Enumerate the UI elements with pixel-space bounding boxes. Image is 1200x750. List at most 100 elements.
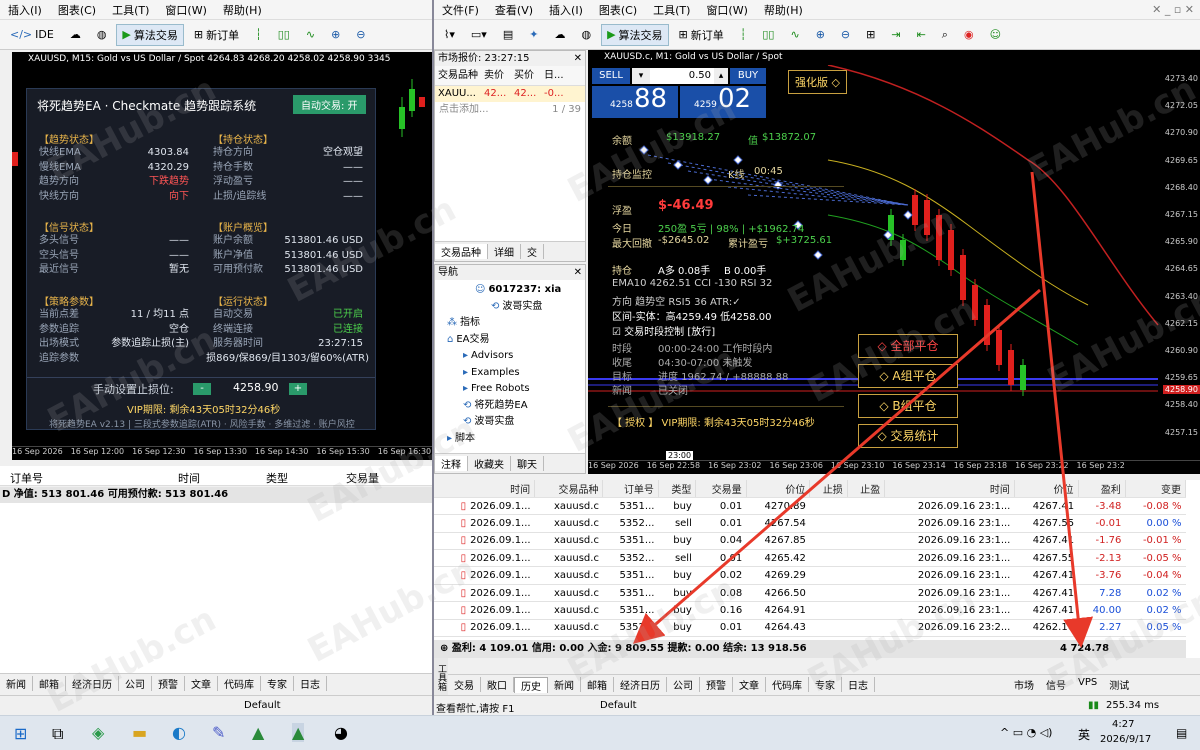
navigator-item[interactable]: ⟲ 波哥实盘: [435, 299, 585, 316]
menu-item[interactable]: 窗口(W): [157, 2, 214, 18]
navigator-item[interactable]: ⟲ 波哥实盘: [435, 414, 585, 431]
market-watch-tab[interactable]: 交易品种: [435, 244, 488, 259]
navigator-item[interactable]: ☺ 6017237: xia: [435, 282, 585, 299]
app-icon-2[interactable]: ✎: [212, 723, 225, 742]
auto-trading-toggle[interactable]: 自动交易: 开: [293, 95, 366, 114]
orders-col-header[interactable]: 交易品种: [534, 480, 604, 498]
overlay-action-button[interactable]: ◇ A组平仓: [858, 364, 958, 388]
order-row[interactable]: ▯ 2026.09.1... xauusd.c 5351... buy 0.16 4264.…: [434, 601, 1186, 620]
lot-up-icon[interactable]: ▴: [714, 68, 728, 84]
order-row[interactable]: ▯ 2026.09.1... xauusd.c 5351... buy 0.01 4270.…: [434, 497, 1186, 516]
menu-item[interactable]: 插入(I): [541, 2, 591, 18]
zoom-out-icon[interactable]: ⊖: [835, 25, 856, 44]
order-row[interactable]: ▯ 2026.09.1... xauusd.c 5352... sell 0.01 4265…: [434, 549, 1186, 568]
buy-button[interactable]: BUY: [730, 68, 766, 84]
app-icon[interactable]: ◈: [92, 723, 104, 742]
mt5-icon-active[interactable]: ▲: [292, 723, 305, 742]
menu-item[interactable]: 工具(T): [645, 2, 698, 18]
toolbox-tool[interactable]: 信号: [1046, 677, 1066, 692]
clock-time[interactable]: 4:27: [1112, 719, 1134, 730]
clock-date[interactable]: 2026/9/17: [1100, 734, 1151, 745]
order-row[interactable]: ▯ 2026.09.1... xauusd.c 5351... buy 0.08 4266.…: [434, 584, 1186, 603]
bottom-tab[interactable]: 历史: [514, 676, 548, 693]
order-row[interactable]: ▯ 2026.09.1... xauusd.c 5351... buy 0.02 4269.…: [434, 566, 1186, 585]
ide-button[interactable]: </> IDE: [4, 25, 60, 44]
bottom-tab[interactable]: 日志: [294, 676, 327, 691]
bottom-tab[interactable]: 公司: [667, 677, 700, 692]
lot-input[interactable]: 0.50: [650, 68, 714, 84]
notification-icon[interactable]: ◉: [958, 25, 980, 44]
navigator-item[interactable]: ⁂ 指标: [435, 315, 585, 332]
market-watch-tab[interactable]: 交: [521, 244, 544, 259]
market-watch-tab[interactable]: 详细: [488, 244, 521, 259]
navigator-tab[interactable]: 注释: [435, 456, 468, 471]
menu-item[interactable]: 查看(V): [487, 2, 541, 18]
bottom-tab[interactable]: 预警: [700, 677, 733, 692]
market-col-header[interactable]: 买价: [511, 66, 541, 85]
orders-col-header[interactable]: 交易量: [695, 480, 747, 498]
orders-col-header[interactable]: 变更: [1125, 480, 1187, 498]
bottom-tab[interactable]: 公司: [119, 676, 152, 691]
new-order-button[interactable]: ⊞ 新订单: [673, 24, 730, 46]
profile-icon[interactable]: ▤: [497, 25, 519, 44]
task-view-icon[interactable]: ⧉: [52, 724, 63, 744]
bar-chart-icon[interactable]: ┆: [249, 25, 268, 44]
menu-item[interactable]: 帮助(H): [756, 2, 811, 18]
qq-icon[interactable]: ◕: [334, 723, 348, 742]
overlay-action-button[interactable]: ◇ 交易统计: [858, 424, 958, 448]
orders-col-header[interactable]: 止盈: [847, 480, 886, 498]
sell-button[interactable]: SELL: [592, 68, 630, 84]
menu-item[interactable]: 文件(F): [434, 2, 487, 18]
new-order-button[interactable]: ⊞ 新订单: [188, 24, 245, 46]
cloud-icon[interactable]: ☁: [548, 25, 571, 44]
right-chart[interactable]: XAUUSD.c, M1: Gold vs US Dollar / Spot 4…: [588, 50, 1200, 474]
navigator-item[interactable]: ▸ Examples: [435, 365, 585, 382]
market-watch-row[interactable]: XAUU... 42... 42... -0...: [435, 86, 585, 102]
tile-icon[interactable]: ⊞: [860, 25, 881, 44]
bottom-tab[interactable]: 文章: [185, 676, 218, 691]
autoscroll-icon[interactable]: ⇥: [885, 25, 906, 44]
account-icon[interactable]: ☺: [984, 25, 1007, 44]
overlay-action-button[interactable]: ◇ B组平仓: [858, 394, 958, 418]
orders-col-header[interactable]: 时间: [434, 480, 536, 498]
candle-chart-icon[interactable]: ▯▯: [272, 25, 296, 44]
sl-decrease-button[interactable]: -: [193, 383, 211, 395]
bottom-tab[interactable]: 交易: [448, 677, 481, 692]
manual-sl-value[interactable]: 4258.90: [233, 381, 279, 394]
folder-icon[interactable]: ▬: [132, 723, 147, 742]
bottom-tab[interactable]: 敞口: [481, 677, 514, 692]
candle-chart-icon[interactable]: ▯▯: [756, 25, 780, 44]
line-chart-icon[interactable]: ∿: [784, 25, 805, 44]
navigator-tab[interactable]: 聊天: [511, 456, 544, 471]
bottom-tab[interactable]: 新闻: [0, 676, 33, 691]
navigator-item[interactable]: ▸ Free Robots: [435, 381, 585, 398]
toolbox-tool[interactable]: 市场: [1014, 677, 1034, 692]
zoom-in-icon[interactable]: ⊕: [325, 25, 346, 44]
toolbox-tool[interactable]: VPS: [1078, 677, 1097, 692]
notification-icon[interactable]: ▤: [1176, 726, 1187, 740]
bottom-tab[interactable]: 预警: [152, 676, 185, 691]
close-icon[interactable]: ✕: [574, 265, 582, 280]
algo-trading-button[interactable]: ▶ 算法交易: [601, 23, 669, 46]
navigator-item[interactable]: ⌂ EA交易: [435, 332, 585, 349]
bottom-tab[interactable]: 代码库: [766, 677, 809, 692]
algo-trading-button[interactable]: ▶ 算法交易: [116, 23, 184, 46]
orders-col-header[interactable]: 订单号: [602, 480, 659, 498]
sell-price-box[interactable]: 4258 88: [592, 84, 678, 118]
close-icon[interactable]: ✕: [574, 51, 582, 66]
menu-item[interactable]: 插入(I): [0, 2, 50, 18]
order-row[interactable]: ▯ 2026.09.1... xauusd.c 5352... buy 0.01 4264.…: [434, 619, 1186, 638]
globe-icon[interactable]: ◍: [91, 25, 113, 44]
buy-price-box[interactable]: 4259 02: [680, 84, 766, 118]
menu-item[interactable]: 图表(C): [591, 2, 645, 18]
navigator-tab[interactable]: 收藏夹: [468, 456, 511, 471]
edge-icon[interactable]: ◐: [172, 723, 186, 742]
window-controls[interactable]: ✕ _ ▫ ✕: [1152, 3, 1194, 16]
market-col-header[interactable]: 交易品种: [435, 66, 481, 85]
input-language[interactable]: 英: [1078, 726, 1090, 743]
toolbox-tool[interactable]: 测试: [1109, 677, 1129, 692]
orders-col-header[interactable]: 价位: [1014, 480, 1079, 498]
bottom-tab[interactable]: 经济日历: [66, 676, 119, 691]
line-chart-icon[interactable]: ∿: [300, 25, 321, 44]
shift-icon[interactable]: ⇤: [911, 25, 932, 44]
